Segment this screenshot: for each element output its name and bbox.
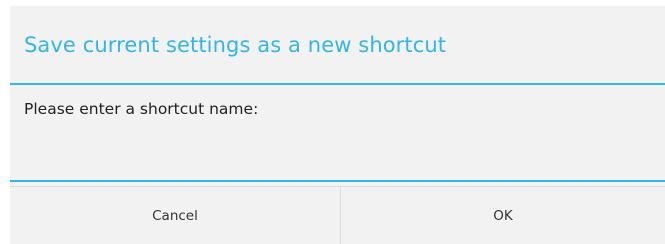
- dialog-button-bar: Cancel OK: [10, 186, 665, 244]
- title-divider: [10, 83, 665, 85]
- save-shortcut-dialog: Save current settings as a new shortcut …: [10, 6, 665, 244]
- input-underline: [10, 180, 665, 182]
- dialog-title: Save current settings as a new shortcut: [24, 32, 447, 57]
- cancel-button[interactable]: Cancel: [10, 187, 340, 244]
- shortcut-name-prompt: Please enter a shortcut name:: [24, 100, 259, 118]
- ok-button[interactable]: OK: [341, 187, 665, 244]
- shortcut-name-input[interactable]: [10, 132, 665, 180]
